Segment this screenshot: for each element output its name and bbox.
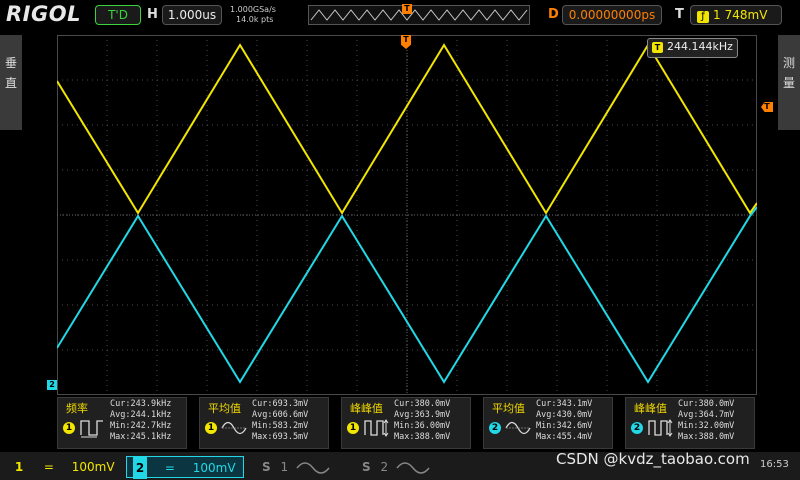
ch2-coupling: =	[164, 461, 175, 475]
measurement-avg: Avg:430.0mV	[536, 410, 593, 420]
trigger-label: T	[675, 7, 684, 22]
math-s1-sub: 1	[280, 460, 289, 474]
ch2-offset-marker[interactable]: 2	[47, 380, 57, 390]
trigger-status-badge[interactable]: T'D	[95, 5, 141, 25]
vertical-tab-char-2: 直	[4, 76, 17, 90]
math-s2-wave-icon	[396, 461, 430, 474]
measurement-channel-badge: 2	[631, 422, 643, 434]
measurement-values: Cur:380.0mV Avg:364.7mV Min:32.00mV Max:388…	[678, 399, 734, 443]
measurement-max: Max:693.5mV	[252, 432, 309, 442]
ch2-badge: 2	[133, 457, 147, 479]
peak-peak-icon	[364, 419, 389, 437]
measurement-avg: Avg:363.9mV	[394, 410, 451, 420]
trigger-level[interactable]: ƒ 1 748mV	[690, 5, 782, 25]
period-icon	[80, 420, 103, 438]
measurement-min: Min:242.7kHz	[110, 421, 172, 431]
measurement-max: Max:388.0mV	[394, 432, 451, 442]
frequency-counter[interactable]: T 244.144kHz	[647, 38, 738, 58]
math-s2-slot[interactable]: S 2	[352, 456, 452, 478]
trigger-edge-icon: ƒ	[697, 11, 709, 23]
clock: 16:53	[760, 459, 789, 470]
vertical-tab-char-1: 垂	[4, 56, 17, 70]
measurement-values: Cur:343.1mV Avg:430.0mV Min:342.6mV Max:455…	[536, 399, 592, 443]
ch1-coupling: =	[43, 460, 54, 474]
measurement-min: Min:583.2mV	[252, 421, 309, 431]
measurement-cur: Cur:380.0mV	[394, 399, 451, 409]
delay-label: D	[548, 7, 559, 22]
frequency-counter-value: 244.144kHz	[667, 40, 733, 53]
measurement-values: Cur:243.9kHz Avg:244.1kHz Min:242.7kHz Max:…	[110, 399, 171, 443]
measurement-channel-badge: 1	[205, 422, 217, 434]
measurement-avg: Avg:606.6mV	[252, 410, 309, 420]
brand-logo: RIGOL	[6, 2, 81, 26]
measurement-max: Max:388.0mV	[678, 432, 735, 442]
ch2-scale: 100mV	[192, 461, 236, 475]
measurement-values: Cur:380.0mV Avg:363.9mV Min:36.00mV Max:388…	[394, 399, 450, 443]
measurement-values: Cur:693.3mV Avg:606.6mV Min:583.2mV Max:693…	[252, 399, 308, 443]
waveform-graticule	[56, 35, 758, 395]
ch1-scale: 100mV	[71, 460, 115, 474]
measurement-min: Min:36.00mV	[394, 421, 451, 431]
measurement-card[interactable]: 峰峰值 2 Cur:380.0mV Avg:364.7mV Min:32.00mV Max…	[625, 397, 755, 449]
memory-depth: 14.0k pts	[236, 15, 274, 24]
ch1-trigger-badge: 1	[713, 8, 721, 22]
average-icon	[505, 421, 531, 435]
sample-rate: 1.000GSa/s	[230, 5, 276, 14]
measurement-card[interactable]: 平均值 2 Cur:343.1mV Avg:430.0mV Min:342.6mV Max…	[483, 397, 613, 449]
measurement-title: 平均值	[492, 402, 525, 415]
measurement-max: Max:245.1kHz	[110, 432, 172, 442]
measurement-title: 峰峰值	[634, 402, 667, 415]
measurement-cur: Cur:380.0mV	[678, 399, 735, 409]
trigger-level-value: 748mV	[724, 8, 768, 22]
measurement-title: 频率	[66, 402, 88, 415]
measurement-title: 平均值	[208, 402, 241, 415]
measurement-channel-badge: 1	[347, 422, 359, 434]
counter-trigger-badge: T	[652, 42, 663, 53]
peak-peak-icon	[648, 419, 673, 437]
waveform-display[interactable]	[56, 35, 758, 395]
measurement-channel-badge: 1	[63, 422, 75, 434]
delay-value[interactable]: 0.00000000ps	[562, 5, 662, 25]
measurement-cur: Cur:693.3mV	[252, 399, 309, 409]
measurement-cur: Cur:243.9kHz	[110, 399, 172, 409]
measurement-max: Max:455.4mV	[536, 432, 593, 442]
measurement-cur: Cur:343.1mV	[536, 399, 593, 409]
timebase-label: H	[147, 7, 158, 22]
measurement-card[interactable]: 平均值 1 Cur:693.3mV Avg:606.6mV Min:583.2mV Max…	[199, 397, 329, 449]
math-s1-wave-icon	[296, 461, 330, 474]
math-s2-sub: 2	[380, 460, 389, 474]
memory-overview-bar[interactable]	[308, 5, 530, 25]
math-s1-slot[interactable]: S 1	[252, 456, 352, 478]
trigger-position-marker[interactable]: T	[402, 4, 412, 14]
measurement-avg: Avg:364.7mV	[678, 410, 735, 420]
measurement-title: 峰峰值	[350, 402, 383, 415]
ch1-settings[interactable]: 1 = 100mV	[4, 456, 122, 478]
status-bar: RIGOL T'D H 1.000us 1.000GSa/s 14.0k pts…	[0, 0, 800, 30]
measurement-avg: Avg:244.1kHz	[110, 410, 172, 420]
watermark-text: CSDN @kvdz_taobao.com	[556, 450, 750, 468]
measurement-channel-badge: 2	[489, 422, 501, 434]
trigger-level-marker[interactable]: T	[761, 102, 773, 112]
ch2-settings[interactable]: 2 = 100mV	[126, 456, 244, 479]
measurement-min: Min:342.6mV	[536, 421, 593, 431]
measurement-card[interactable]: 频率 1 Cur:243.9kHz Avg:244.1kHz Min:242.7kHz M…	[57, 397, 187, 449]
timebase-value[interactable]: 1.000us	[162, 5, 222, 25]
measure-tab-char-2: 量	[782, 76, 795, 90]
measure-tab-char-1: 测	[782, 56, 795, 70]
measurement-card[interactable]: 峰峰值 1 Cur:380.0mV Avg:363.9mV Min:36.00mV Max…	[341, 397, 471, 449]
vertical-menu-tab[interactable]: 垂 直	[0, 35, 22, 130]
average-icon	[221, 421, 247, 435]
memory-overview-waveform	[310, 9, 528, 21]
measure-menu-tab[interactable]: 测 量	[778, 35, 800, 130]
ch1-badge: 1	[14, 460, 24, 474]
math-s1-label: S	[262, 460, 271, 474]
measurement-min: Min:32.00mV	[678, 421, 735, 431]
math-s2-label: S	[362, 460, 371, 474]
